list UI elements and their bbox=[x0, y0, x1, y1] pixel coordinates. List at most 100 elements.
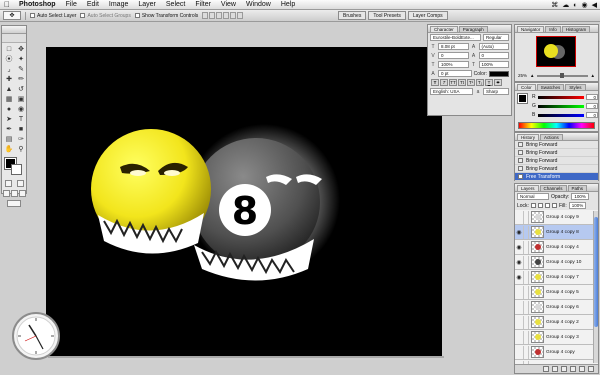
align-left-icon[interactable] bbox=[223, 12, 230, 19]
tool-preset-picker[interactable]: ✥ bbox=[3, 11, 21, 20]
clock-widget-icon[interactable] bbox=[11, 311, 61, 361]
layer-row[interactable]: Group 4 copy bbox=[515, 345, 598, 360]
vertical-scale-field[interactable]: 100% bbox=[438, 61, 469, 68]
layer-link-cell[interactable] bbox=[523, 210, 529, 224]
show-transform-controls-checkbox[interactable] bbox=[134, 13, 140, 18]
subscript-button[interactable]: T₁ bbox=[476, 79, 484, 86]
baseline-shift-field[interactable]: 0 pt bbox=[438, 70, 472, 77]
crop-tool-icon[interactable]: ⌟ bbox=[3, 64, 15, 74]
superscript-button[interactable]: T¹ bbox=[467, 79, 475, 86]
jump-to-imageready-icon[interactable] bbox=[7, 200, 21, 207]
zoom-value[interactable]: 25% bbox=[518, 73, 527, 78]
tab-actions[interactable]: Actions bbox=[540, 134, 563, 140]
layer-link-cell[interactable] bbox=[523, 300, 529, 314]
notes-tool-icon[interactable]: ▤ bbox=[3, 134, 15, 144]
align-center-icon[interactable] bbox=[230, 12, 237, 19]
show-transform-controls-option[interactable]: Show Transform Controls bbox=[134, 13, 198, 19]
tracking-field[interactable]: 0 bbox=[478, 52, 509, 59]
menu-layer[interactable]: Layer bbox=[133, 1, 161, 8]
history-item-active[interactable]: Free Transform bbox=[515, 173, 598, 181]
history-item[interactable]: Bring Forward bbox=[515, 165, 598, 173]
tab-paths[interactable]: Paths bbox=[567, 185, 588, 191]
history-item[interactable]: Bring Forward bbox=[515, 149, 598, 157]
display-icon[interactable]: ◐ bbox=[573, 2, 577, 9]
menu-help[interactable]: Help bbox=[276, 1, 300, 8]
align-top-icon[interactable] bbox=[202, 12, 209, 19]
marquee-tool-icon[interactable]: □ bbox=[3, 44, 15, 54]
align-right-icon[interactable] bbox=[237, 12, 244, 19]
link-layers-icon[interactable] bbox=[543, 366, 549, 372]
text-color-swatch[interactable] bbox=[489, 70, 509, 77]
layer-row[interactable]: ◉ Group 4 copy 7 bbox=[515, 270, 598, 285]
layer-row[interactable]: Group 4 copy 6 bbox=[515, 300, 598, 315]
lock-all-icon[interactable] bbox=[551, 203, 557, 208]
tab-history[interactable]: History bbox=[517, 134, 540, 140]
lock-position-icon[interactable] bbox=[544, 203, 550, 208]
menu-filter[interactable]: Filter bbox=[190, 1, 216, 8]
dock-tab-layer-comps[interactable]: Layer Comps bbox=[407, 11, 448, 20]
tab-info[interactable]: Info bbox=[545, 26, 561, 32]
layer-link-cell[interactable] bbox=[523, 285, 529, 299]
visibility-eye-icon[interactable]: ◉ bbox=[515, 229, 523, 236]
strikethrough-button[interactable]: T bbox=[494, 79, 502, 86]
layers-scrollbar[interactable] bbox=[593, 211, 598, 363]
standard-mode-icon[interactable] bbox=[4, 180, 12, 187]
layer-row[interactable]: ◉ Group 4 copy 10 bbox=[515, 255, 598, 270]
layer-row[interactable]: Group 4 copy 5 bbox=[515, 285, 598, 300]
horizontal-scale-field[interactable]: 100% bbox=[478, 61, 509, 68]
blue-slider[interactable] bbox=[538, 113, 584, 117]
eyedropper-tool-icon[interactable]: ✑ bbox=[15, 134, 27, 144]
leading-field[interactable]: (Auto) bbox=[478, 43, 509, 50]
visibility-eye-icon[interactable]: ◉ bbox=[515, 274, 523, 281]
align-bottom-icon[interactable] bbox=[216, 12, 223, 19]
dock-tab-tool-presets[interactable]: Tool Presets bbox=[368, 11, 406, 20]
visibility-eye-icon[interactable]: ◉ bbox=[515, 244, 523, 251]
menu-window[interactable]: Window bbox=[241, 1, 276, 8]
tab-color[interactable]: Color bbox=[517, 84, 536, 90]
history-brush-icon[interactable]: ↺ bbox=[15, 84, 27, 94]
faux-italic-button[interactable]: T bbox=[440, 79, 448, 86]
language-select[interactable]: English: USA bbox=[430, 88, 473, 95]
tab-paragraph[interactable]: Paragraph bbox=[458, 26, 488, 32]
menu-file[interactable]: File bbox=[61, 1, 82, 8]
full-screen-icon[interactable] bbox=[18, 190, 26, 197]
tab-histogram[interactable]: Histogram bbox=[561, 26, 591, 32]
tab-channels[interactable]: Channels bbox=[539, 185, 567, 191]
color-spectrum-bar[interactable] bbox=[518, 122, 595, 129]
blur-tool-icon[interactable]: ● bbox=[3, 104, 15, 114]
tab-layers[interactable]: Layers bbox=[517, 185, 539, 191]
layer-link-cell[interactable] bbox=[523, 345, 529, 359]
move-tool-icon[interactable]: ✥ bbox=[15, 44, 27, 54]
tab-navigator[interactable]: Navigator bbox=[517, 26, 545, 32]
red-slider[interactable] bbox=[538, 95, 584, 99]
script-menu-icon[interactable]: ⌘ bbox=[551, 1, 558, 9]
dodge-tool-icon[interactable]: ◉ bbox=[15, 104, 27, 114]
green-value[interactable]: 0 bbox=[586, 103, 598, 109]
visibility-eye-icon[interactable]: ◉ bbox=[515, 259, 523, 266]
menu-edit[interactable]: Edit bbox=[82, 1, 104, 8]
lock-image-icon[interactable] bbox=[537, 203, 543, 208]
layer-link-cell[interactable] bbox=[523, 255, 529, 269]
opacity-field[interactable]: 100% bbox=[571, 193, 589, 200]
airport-icon[interactable]: ◉ bbox=[582, 1, 588, 9]
blue-value[interactable]: 0 bbox=[586, 112, 598, 118]
tab-swatches[interactable]: Swatches bbox=[536, 84, 565, 90]
fill-field[interactable]: 100% bbox=[568, 202, 587, 209]
standard-screen-icon[interactable] bbox=[2, 190, 10, 197]
dock-tab-brushes[interactable]: Brushes bbox=[338, 11, 367, 20]
tab-styles[interactable]: Styles bbox=[565, 84, 586, 90]
layer-link-cell[interactable] bbox=[523, 330, 529, 344]
red-value[interactable]: 0 bbox=[586, 94, 598, 100]
shape-tool-icon[interactable]: ■ bbox=[15, 124, 27, 134]
delete-layer-icon[interactable] bbox=[588, 366, 594, 372]
layer-row[interactable]: Group 4 copy 2 bbox=[515, 315, 598, 330]
menu-select[interactable]: Select bbox=[161, 1, 190, 8]
history-item[interactable]: Bring Forward bbox=[515, 157, 598, 165]
auto-select-layer-option[interactable]: Auto Select Layer bbox=[30, 13, 76, 19]
menu-image[interactable]: Image bbox=[104, 1, 133, 8]
zoom-slider[interactable] bbox=[537, 72, 588, 78]
zoom-out-icon[interactable]: ▲ bbox=[530, 73, 534, 78]
new-layer-icon[interactable] bbox=[579, 366, 585, 372]
quick-mask-mode-icon[interactable] bbox=[16, 180, 24, 187]
document-canvas[interactable]: 8 bbox=[46, 47, 442, 356]
